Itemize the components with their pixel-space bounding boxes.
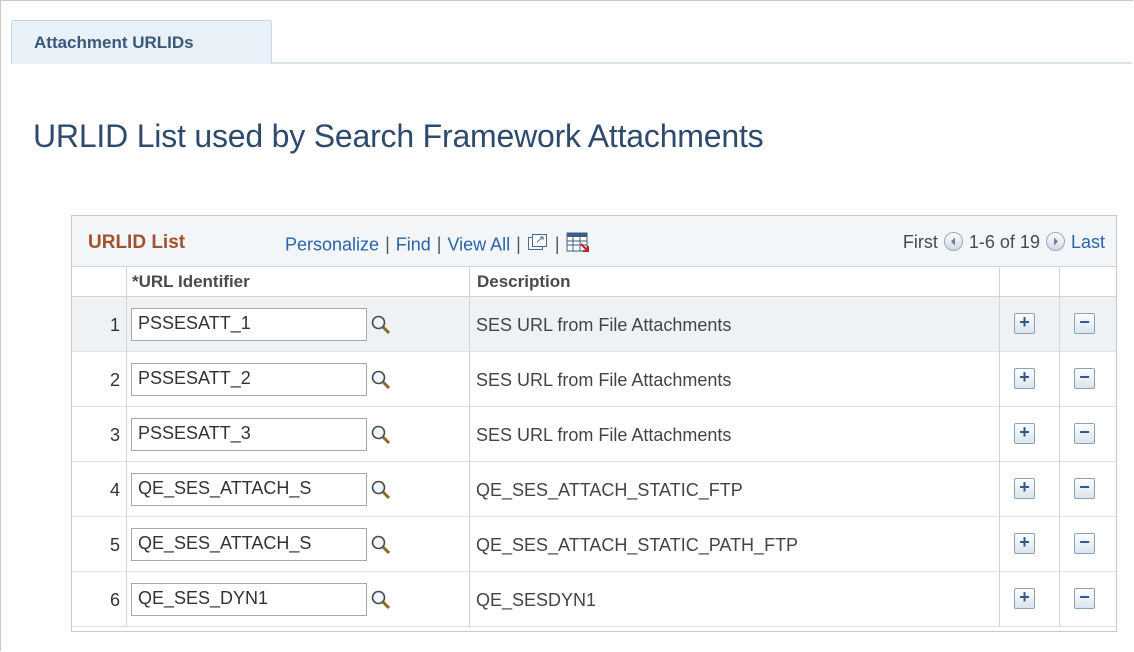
delete-row-button[interactable]: − xyxy=(1074,313,1095,334)
table-row: 5 QE_SES_ATTACH_S QE_SES_ATTACH_STATIC_P… xyxy=(72,517,1116,572)
delete-row-button[interactable]: − xyxy=(1074,368,1095,389)
grid-title: URLID List xyxy=(88,232,186,253)
first-label: First xyxy=(902,232,938,252)
magnifier-icon[interactable] xyxy=(370,534,392,561)
table-row: 2 PSSESATT_2 SES URL from File Attachmen… xyxy=(72,352,1116,407)
table-row: 1 PSSESATT_1 SES URL from File Attachmen… xyxy=(72,297,1116,352)
delete-row-button[interactable]: − xyxy=(1074,533,1095,554)
grid-toolbar: URLID List Personalize | Find | View All | | … xyxy=(72,216,1116,267)
row-number: 1 xyxy=(109,315,120,335)
separator: | xyxy=(554,234,560,255)
delete-row-button[interactable]: − xyxy=(1074,423,1095,444)
column-divider xyxy=(126,266,127,627)
tab-attachment-urlids[interactable]: Attachment URLIDs xyxy=(11,20,272,64)
url-identifier-input[interactable]: PSSESATT_3 xyxy=(131,418,367,451)
add-row-button[interactable]: + xyxy=(1014,423,1035,444)
left-arrow-circle-icon[interactable] xyxy=(943,232,963,251)
urlid-grid: URLID List Personalize | Find | View All | | … xyxy=(71,215,1117,632)
view-all-link[interactable]: View All xyxy=(447,234,510,254)
url-identifier-header: *URL Identifier xyxy=(126,266,469,297)
find-link[interactable]: Find xyxy=(396,234,431,254)
add-row-button[interactable]: + xyxy=(1014,588,1035,609)
rownum-header xyxy=(72,266,126,297)
url-identifier-input[interactable]: QE_SES_DYN1 xyxy=(131,583,367,616)
row-number: 2 xyxy=(109,370,120,390)
url-identifier-input[interactable]: PSSESATT_1 xyxy=(131,308,367,341)
download-to-excel-icon[interactable] xyxy=(566,232,590,259)
description-text: QE_SESDYN1 xyxy=(476,590,597,610)
new-window-icon[interactable] xyxy=(527,233,549,258)
column-divider xyxy=(999,266,1000,627)
description-header: Description xyxy=(469,266,999,297)
grid-nav-links: Personalize | Find | View All | | xyxy=(285,232,590,259)
url-identifier-input[interactable]: PSSESATT_2 xyxy=(131,363,367,396)
table-row: 4 QE_SES_ATTACH_S QE_SES_ATTACH_STATIC_F… xyxy=(72,462,1116,517)
row-number: 5 xyxy=(109,535,120,555)
separator: | xyxy=(385,234,390,255)
description-text: QE_SES_ATTACH_STATIC_PATH_FTP xyxy=(476,535,799,555)
description-text: SES URL from File Attachments xyxy=(476,370,732,390)
page-range: 1-6 of 19 xyxy=(968,232,1040,252)
magnifier-icon[interactable] xyxy=(370,589,392,616)
delete-row-button[interactable]: − xyxy=(1074,478,1095,499)
magnifier-icon[interactable] xyxy=(370,369,392,396)
row-number: 6 xyxy=(109,590,120,610)
add-row-button[interactable]: + xyxy=(1014,368,1035,389)
table-row: 3 PSSESATT_3 SES URL from File Attachmen… xyxy=(72,407,1116,462)
add-column-header xyxy=(999,266,1059,297)
right-arrow-circle-icon[interactable] xyxy=(1045,232,1065,251)
delete-column-header xyxy=(1059,266,1116,297)
column-divider xyxy=(469,266,470,627)
magnifier-icon[interactable] xyxy=(370,479,392,506)
separator: | xyxy=(516,234,521,255)
description-text: SES URL from File Attachments xyxy=(476,315,732,335)
url-identifier-input[interactable]: QE_SES_ATTACH_S xyxy=(131,473,367,506)
tab-divider xyxy=(272,62,1132,64)
description-text: SES URL from File Attachments xyxy=(476,425,732,445)
last-link[interactable]: Last xyxy=(1071,232,1105,252)
column-divider xyxy=(1059,266,1060,627)
personalize-link[interactable]: Personalize xyxy=(285,234,379,254)
magnifier-icon[interactable] xyxy=(370,424,392,451)
add-row-button[interactable]: + xyxy=(1014,313,1035,334)
add-row-button[interactable]: + xyxy=(1014,478,1035,499)
delete-row-button[interactable]: − xyxy=(1074,588,1095,609)
description-text: QE_SES_ATTACH_STATIC_FTP xyxy=(476,480,743,500)
separator: | xyxy=(436,234,442,255)
add-row-button[interactable]: + xyxy=(1014,533,1035,554)
page-title: URLID List used by Search Framework Atta… xyxy=(33,118,764,154)
row-number: 3 xyxy=(109,425,120,445)
pager: First 1-6 of 19 Last xyxy=(903,232,1105,253)
magnifier-icon[interactable] xyxy=(370,314,392,341)
table-row: 6 QE_SES_DYN1 QE_SESDYN1 + − xyxy=(72,572,1116,627)
row-number: 4 xyxy=(109,480,120,500)
url-identifier-input[interactable]: QE_SES_ATTACH_S xyxy=(131,528,367,561)
